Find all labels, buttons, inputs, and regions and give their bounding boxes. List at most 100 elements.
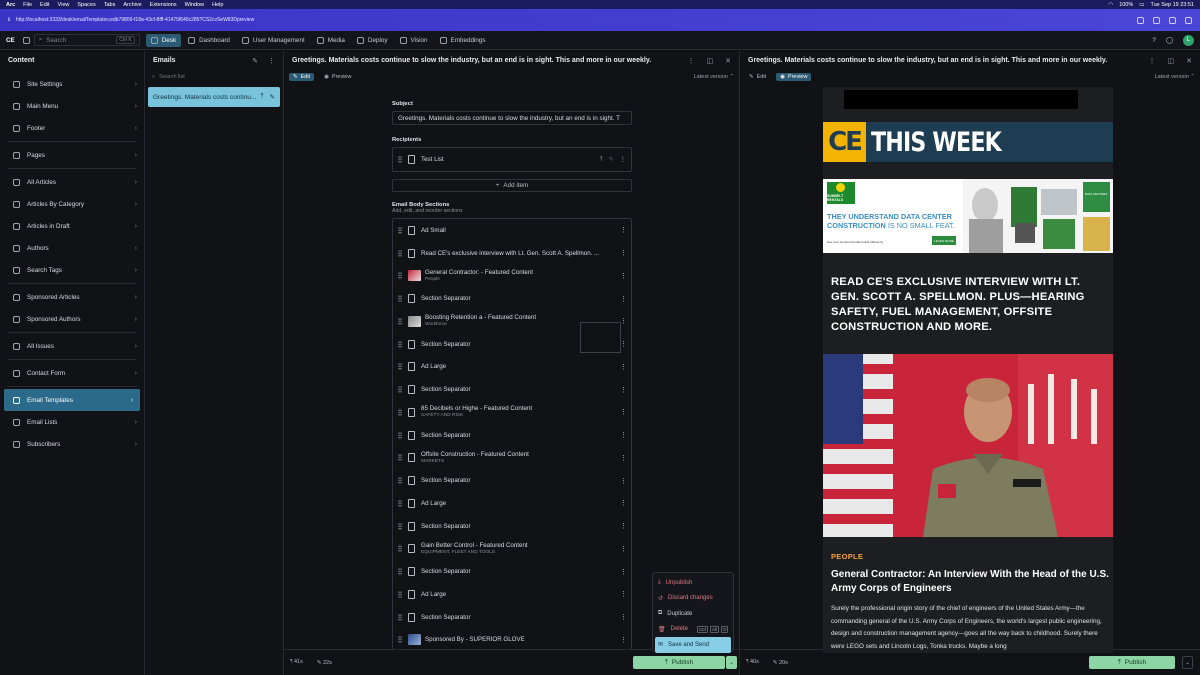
nav-sponsored-authors[interactable]: Sponsored Authors › [0,308,144,330]
section-item[interactable]: Section Separator ⋮ [393,424,631,447]
menu-archive[interactable]: Archive [123,2,141,8]
menu-view[interactable]: View [58,2,70,8]
article-title[interactable]: General Contractor: An Interview With th… [831,568,1109,595]
more-icon[interactable]: ⋮ [620,590,627,598]
menu-spaces[interactable]: Spaces [77,2,95,8]
share-icon[interactable] [1153,16,1160,24]
section-item[interactable]: Section Separator ⋮ [393,469,631,492]
split-pane-icon[interactable]: ◫ [707,57,714,65]
nav-embeddings[interactable]: Embeddings [435,34,491,47]
battery-icon[interactable]: ▭ [1139,2,1144,8]
clock[interactable]: Tue Sep 19 23:51 [1150,2,1194,8]
drag-handle-icon[interactable] [398,636,402,644]
email-list-item[interactable]: Greetings. Materials costs continu... ⤒ … [148,87,280,107]
nav-media[interactable]: Media [312,34,350,47]
drag-handle-icon[interactable] [398,568,402,576]
more-icon[interactable]: ⋮ [620,363,627,371]
nav-desk[interactable]: Desk [145,33,182,47]
nav-main-menu[interactable]: Main Menu › [0,95,144,117]
drag-handle-icon[interactable] [398,317,402,325]
nav-authors[interactable]: Authors › [0,237,144,259]
drag-handle-icon[interactable] [398,249,402,257]
publish-menu-toggle[interactable]: ⌄ [726,656,737,669]
global-search[interactable]: ⌕ Search Ctrl K [33,34,140,46]
section-item[interactable]: Section Separator ⋮ [393,560,631,583]
nav-all-issues[interactable]: All Issues › [0,335,144,357]
nav-dashboard[interactable]: Dashboard [183,34,235,47]
menu-tabs[interactable]: Tabs [104,2,116,8]
drag-handle-icon[interactable] [398,590,402,598]
tab-edit[interactable]: ✎ Edit [745,73,770,81]
drag-handle-icon[interactable] [398,386,402,394]
nav-vision[interactable]: Vision [395,34,433,47]
nav-pages[interactable]: Pages › [0,144,144,166]
drag-handle-icon[interactable] [398,295,402,303]
drag-handle-icon[interactable] [398,226,402,234]
drag-handle-icon[interactable] [398,340,402,348]
app-name[interactable]: Arc [6,2,15,8]
nav-email-templates[interactable]: Email Templates › [4,389,140,411]
publish-button[interactable]: ⤒ Publish [1089,656,1175,669]
ad-cta[interactable]: LEARN MORE [932,236,956,245]
more-icon[interactable]: ⋮ [1149,57,1156,65]
section-item[interactable]: Section Separator ⋮ [393,287,631,310]
split-pane-icon[interactable]: ◫ [1168,57,1175,65]
section-item[interactable]: Ad Large ⋮ [393,356,631,379]
drag-handle-icon[interactable] [398,477,402,485]
more-icon[interactable]: ⋮ [620,272,627,280]
menu-duplicate[interactable]: ⧉ Duplicate [655,606,731,622]
section-item[interactable]: General Contractor: - Featured Content Pe… [393,265,631,288]
sidebar-icon[interactable] [1185,16,1192,24]
nav-user-management[interactable]: User Management [237,34,310,47]
extension-icon[interactable] [1169,16,1176,24]
nav-search-tags[interactable]: Search Tags › [0,259,144,281]
more-icon[interactable]: ⋮ [620,156,626,163]
studio-logo[interactable]: CE [6,37,15,44]
info-icon[interactable]: ℹ [8,17,10,23]
wifi-icon[interactable]: ◠ [1108,2,1113,8]
more-icon[interactable]: ⋮ [268,57,275,65]
close-icon[interactable]: ✕ [725,57,731,65]
more-icon[interactable]: ⋮ [620,226,627,234]
section-item[interactable]: Section Separator ⋮ [393,606,631,629]
more-icon[interactable]: ⋮ [620,408,627,416]
tab-edit[interactable]: ✎ Edit [289,73,315,81]
section-item[interactable]: Ad Small ⋮ [393,219,631,242]
publish-button[interactable]: ⤒ Publish [633,656,725,669]
menu-delete[interactable]: 🗑 Delete Ctrl Alt D [655,622,731,638]
more-icon[interactable]: ⋮ [620,613,627,621]
version-select[interactable]: Latest version ⌃ [1155,74,1195,80]
version-select[interactable]: Latest version ⌃ [694,74,734,80]
nav-site-settings[interactable]: Site Settings › [0,73,144,95]
menu-discard-changes[interactable]: ↺ Discard changes [655,591,731,607]
drag-handle-icon[interactable] [398,522,402,530]
section-item[interactable]: Offsite Construction - Featured Content M… [393,447,631,470]
recipient-item[interactable]: Test List ⤒ ✎ ⋮ [393,148,631,171]
drag-handle-icon[interactable] [398,408,402,416]
drag-handle-icon[interactable] [398,156,402,163]
menu-window[interactable]: Window [185,2,205,8]
menu-save-and-send[interactable]: ✉ Save and Send [655,637,731,653]
more-icon[interactable]: ⋮ [620,454,627,462]
link-icon[interactable] [1137,16,1144,24]
nav-subscribers[interactable]: Subscribers › [0,433,144,455]
nav-sponsored-articles[interactable]: Sponsored Articles › [0,286,144,308]
section-item[interactable]: Section Separator ⋮ [393,378,631,401]
url-field[interactable]: http://localhost:3333/desk/emailTemplate… [16,17,254,23]
section-item[interactable]: Gain Better Control - Featured Content EQ… [393,538,631,561]
list-search[interactable]: ⌕ Search list [145,70,283,84]
drag-handle-icon[interactable] [398,363,402,371]
more-icon[interactable]: ⋮ [620,477,627,485]
section-item[interactable]: Sponsored By - SUPERIOR GLOVE ⋮ [393,629,631,652]
more-icon[interactable]: ⋮ [688,57,695,65]
nav-contact-form[interactable]: Contact Form › [0,362,144,384]
nav-deploy[interactable]: Deploy [352,34,393,47]
drag-handle-icon[interactable] [398,545,402,553]
compose-icon[interactable] [22,36,30,44]
menu-unpublish[interactable]: ⤓ Unpublish [655,575,731,591]
section-item[interactable]: Ad Large ⋮ [393,492,631,515]
drag-handle-icon[interactable] [398,613,402,621]
section-item[interactable]: Section Separator ⋮ [393,515,631,538]
nav-articles-in-draft[interactable]: Articles in Draft › [0,215,144,237]
subject-input[interactable]: Greetings. Materials costs continue to s… [392,111,632,125]
